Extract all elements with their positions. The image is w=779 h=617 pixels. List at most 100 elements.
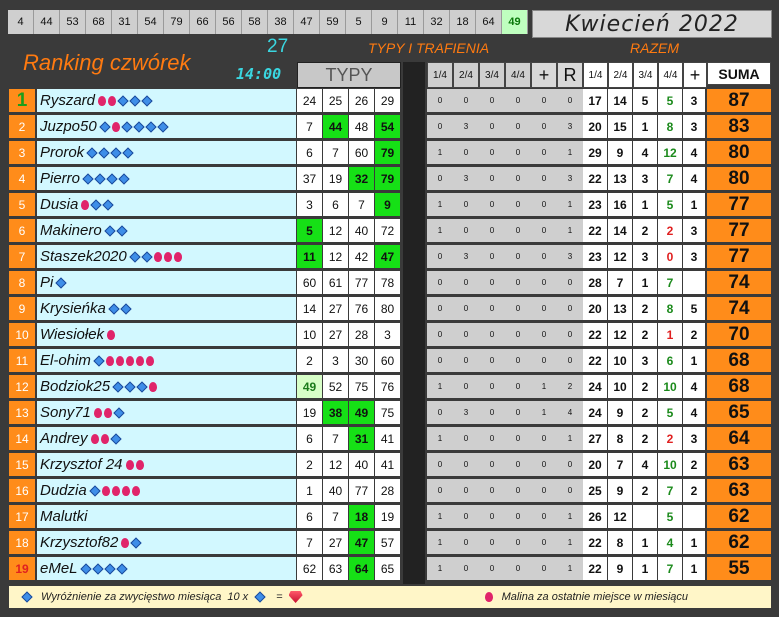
award-marks [86,146,134,159]
score-cell: 0 [505,271,531,294]
rank-cell: 1 [9,89,35,112]
typ-cell: 7 [297,115,322,138]
player-name-cell: Ryszard [37,89,296,112]
score-cell: 0 [505,453,531,476]
ranking-row: 10 Wiesiołek 10 27 28 3 0 0 0 0 0 0 22 12 2 1 2 70 [9,323,771,347]
award-marks [79,562,128,575]
diamond-icon [129,94,141,107]
razem-cell: 7 [658,557,682,580]
score-col-header: R [557,62,583,88]
razem-cell: 5 [633,89,657,112]
raspberry-icon [153,251,162,262]
diamond-icon [108,302,120,315]
score-cell: 1 [427,531,453,554]
player-name: Krysieńka [40,300,106,317]
razem-cell: 8 [658,297,682,320]
typ-cell: 24 [297,89,322,112]
razem-col-header: 2/4 [608,62,633,88]
typ-cell: 79 [375,141,400,164]
typ-cell: 19 [323,167,348,190]
raspberry-icon [121,537,130,548]
score-cell: 1 [427,219,453,242]
raspberry-icon [107,329,116,340]
razem-cell: 20 [583,453,607,476]
score-cell: 0 [479,89,505,112]
player-name: Malutki [40,508,88,525]
score-cell: 0 [453,219,479,242]
raspberry-icon [125,459,134,470]
top-number: 47 [294,10,320,34]
top-number: 18 [450,10,476,34]
raspberry-icon [93,407,102,418]
typ-cell: 7 [323,427,348,450]
raspberry-icon [111,485,120,496]
score-col-header: 1/4 [427,62,453,88]
diamond-icon [129,250,141,263]
diamond-icon [21,591,33,603]
typ-cell: 40 [323,479,348,502]
score-cell: 0 [479,115,505,138]
diamond-icon [55,276,68,289]
score-cell: 0 [427,401,453,424]
score-cell: 0 [453,375,479,398]
razem-cell: 2 [683,453,705,476]
razem-cell: 22 [583,557,607,580]
player-name: Dusia [40,196,79,213]
score-cell: 3 [453,115,479,138]
typ-cell: 49 [349,401,374,424]
rank-cell: 8 [9,271,35,294]
score-cell: 3 [557,245,583,268]
razem-cell: 8 [608,427,632,450]
typ-cell: 27 [323,297,348,320]
typ-cell: 6 [297,427,322,450]
razem-cell: 1 [633,193,657,216]
score-cell: 0 [505,427,531,450]
player-name-cell: Juzpo50 [37,115,296,138]
player-name-cell: Makinero [37,219,296,242]
razem-cell: 4 [658,531,682,554]
rank-cell: 6 [9,219,35,242]
score-cell: 0 [479,219,505,242]
score-cell: 0 [427,245,453,268]
razem-col-header: + [683,62,707,88]
score-cell: 0 [479,453,505,476]
score-cell: 0 [453,323,479,346]
suma-cell: 77 [707,193,771,216]
diamond-icon [109,432,122,445]
raspberry-icon [103,407,112,418]
ranking-row: 3 Prorok 6 7 60 79 1 0 0 0 0 1 29 9 4 12 4 80 [9,141,771,165]
score-cell: 0 [557,271,583,294]
score-cell: 0 [557,349,583,372]
award-marks [99,120,169,133]
razem-cell: 12 [608,323,632,346]
razem-cell: 13 [608,167,632,190]
player-name: Ryszard [40,92,96,109]
suma-cell: 77 [707,219,771,242]
typ-cell: 62 [297,557,322,580]
score-cell: 0 [479,375,505,398]
top-number: 66 [190,10,216,34]
razem-cell: 3 [683,115,705,138]
razem-col-header: 1/4 [583,62,608,88]
rank-cell: 14 [9,427,35,450]
score-cell: 0 [557,297,583,320]
typ-cell: 54 [375,115,400,138]
typ-cell: 12 [323,219,348,242]
razem-cell: 6 [658,349,682,372]
razem-cell: 7 [608,453,632,476]
typ-cell: 77 [349,479,374,502]
score-col-header: 2/4 [453,62,479,88]
razem-cell: 27 [583,427,607,450]
razem-cell: 4 [683,167,705,190]
raspberry-icon [163,251,172,262]
typ-cell: 7 [297,531,322,554]
razem-cell: 1 [683,193,705,216]
top-number: 44 [34,10,60,34]
player-name: Krzysztof 24 [40,456,123,473]
razem-cell: 29 [583,141,607,164]
diamond-icon [116,224,128,237]
razem-cell: 2 [633,375,657,398]
raspberry-icon [115,355,124,366]
player-name: Juzpo50 [40,118,97,135]
score-cell: 0 [453,479,479,502]
